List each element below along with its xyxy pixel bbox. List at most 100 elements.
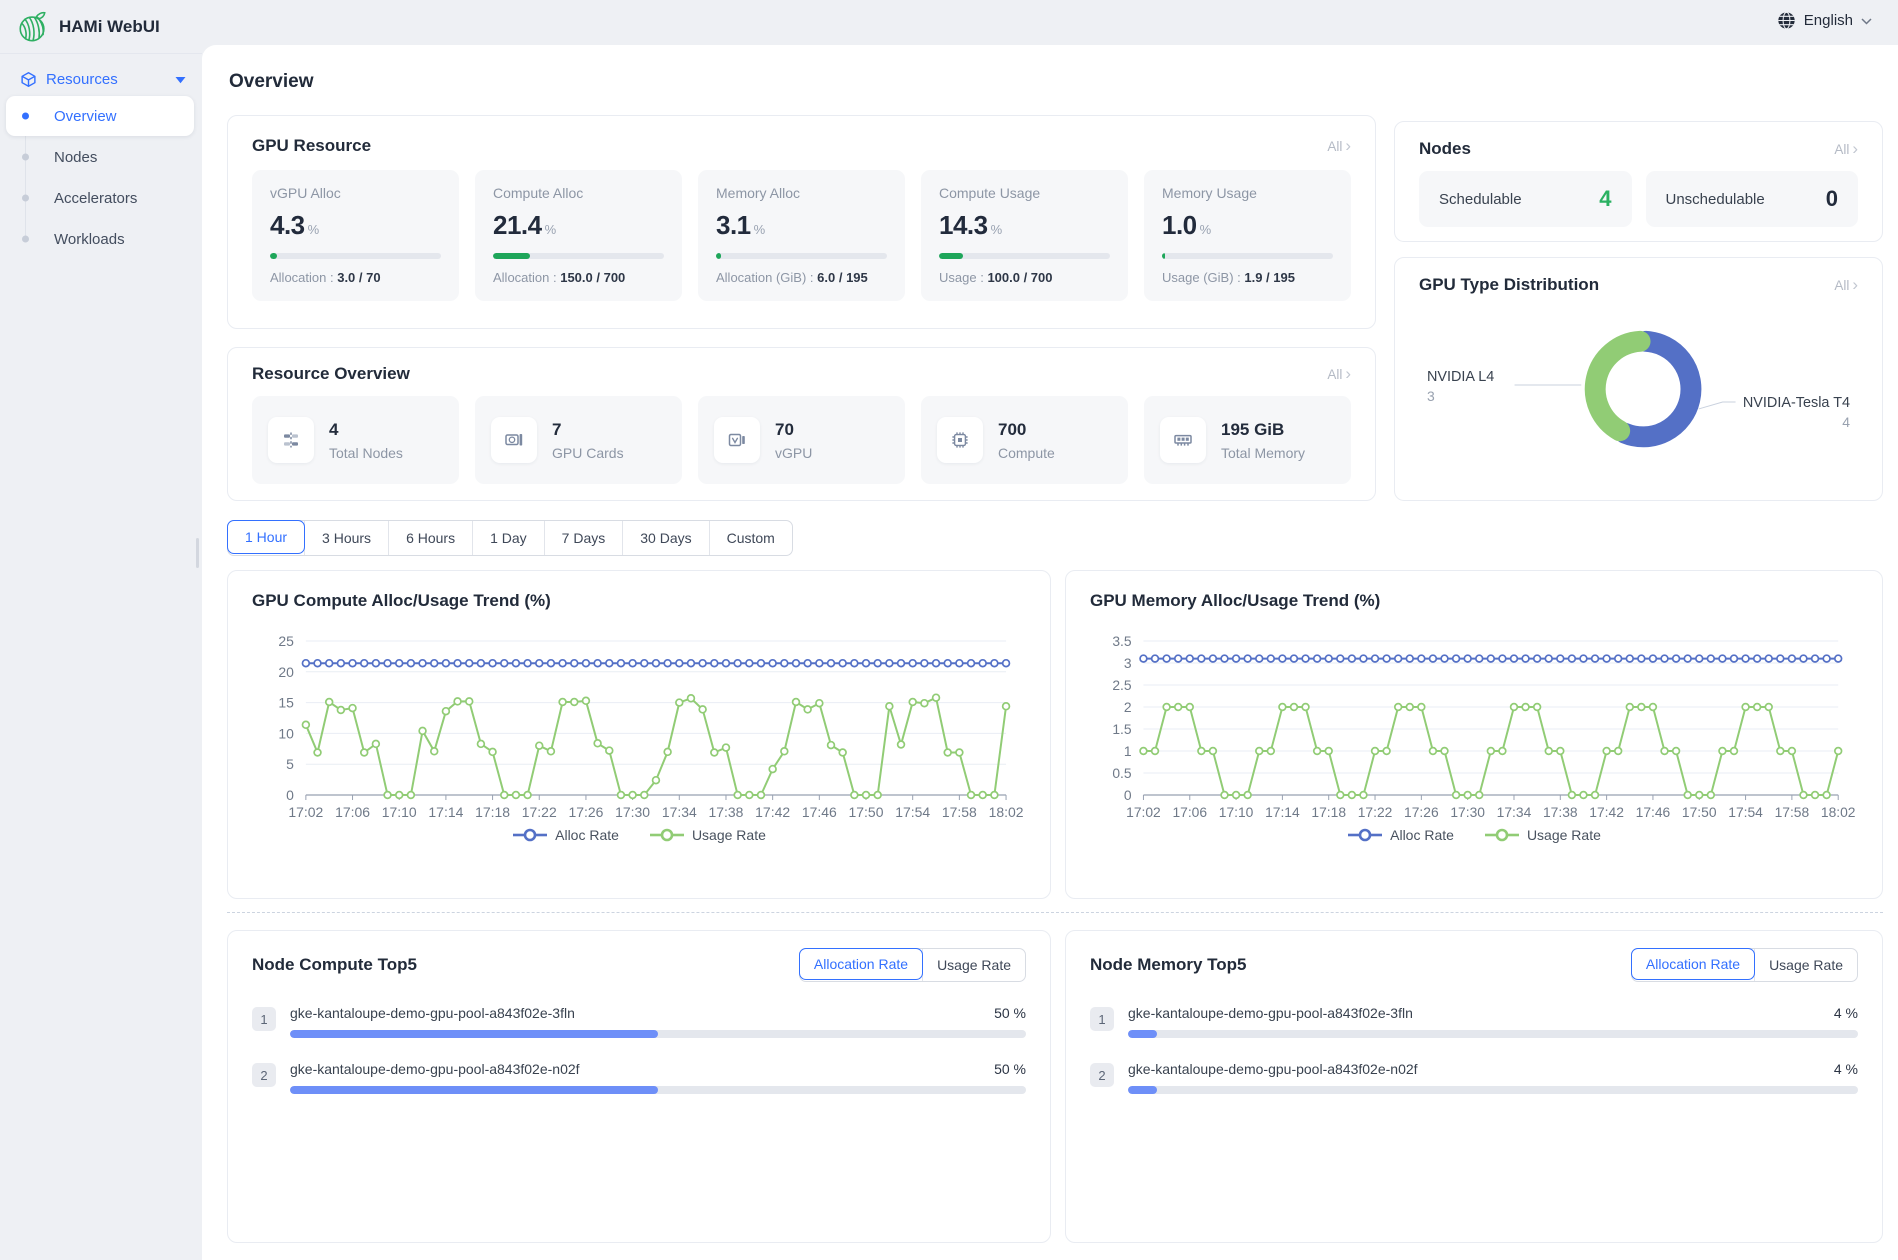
svg-text:17:26: 17:26 <box>1404 804 1439 820</box>
gpu-type-title: GPU Type Distribution <box>1419 275 1599 295</box>
svg-text:10: 10 <box>278 725 294 741</box>
metric-progress-fill <box>493 253 530 259</box>
rate-toggle: Allocation RateUsage Rate <box>1631 948 1858 982</box>
top5-card-node-memory-top5: Node Memory Top5 Allocation RateUsage Ra… <box>1065 930 1883 1243</box>
svg-text:17:34: 17:34 <box>1497 804 1532 820</box>
time-range-custom[interactable]: Custom <box>709 521 792 555</box>
svg-text:15: 15 <box>278 695 294 711</box>
toggle-allocation-rate[interactable]: Allocation Rate <box>799 948 923 980</box>
sidebar-section-resources[interactable]: Resources <box>20 71 186 88</box>
top5-row-item: 1 gke-kantaloupe-demo-gpu-pool-a843f02e-… <box>1090 1005 1858 1038</box>
svg-text:1: 1 <box>1124 743 1132 759</box>
svg-text:17:42: 17:42 <box>1589 804 1624 820</box>
top5-progress-fill <box>1128 1030 1157 1038</box>
svg-text:17:46: 17:46 <box>1636 804 1671 820</box>
gpu-resource-all-link[interactable]: All › <box>1327 139 1351 154</box>
time-range-3-hours[interactable]: 3 Hours <box>304 521 388 555</box>
svg-text:1.5: 1.5 <box>1112 721 1131 737</box>
gpu-metric-tile-memory-alloc: Memory Alloc 3.1% Allocation (GiB) : 6.0… <box>698 170 905 301</box>
svg-text:17:14: 17:14 <box>428 804 463 820</box>
brand: HAMi WebUI <box>0 0 202 54</box>
svg-text:25: 25 <box>278 633 294 649</box>
svg-text:17:14: 17:14 <box>1265 804 1300 820</box>
chevron-right-icon: › <box>1345 137 1351 154</box>
svg-text:17:30: 17:30 <box>615 804 650 820</box>
top5-progress-bar <box>1128 1030 1858 1038</box>
sidebar-item-workloads[interactable]: Workloads <box>6 219 194 259</box>
legend-usage-rate[interactable]: Usage Rate <box>1484 827 1601 843</box>
gpu-type-donut-chart: NVIDIA L43NVIDIA-Tesla T44 <box>1419 297 1858 493</box>
memory-trend-legend: Alloc Rate Usage Rate <box>1090 827 1858 843</box>
top5-progress-bar <box>290 1030 1026 1038</box>
legend-usage-rate[interactable]: Usage Rate <box>649 827 766 843</box>
sidebar-resize-handle[interactable] <box>196 538 199 568</box>
donut-slice-nvidia-tesla-t4[interactable] <box>1625 341 1691 436</box>
svg-text:0.5: 0.5 <box>1112 765 1131 781</box>
node-status-value: 0 <box>1826 186 1838 212</box>
resource-overview-card: Resource Overview All › 4Total Nodes 7GP… <box>227 347 1376 501</box>
unschedulable-tile: Unschedulable 0 <box>1646 171 1859 227</box>
rank-badge: 2 <box>252 1063 276 1087</box>
legend-alloc-rate[interactable]: Alloc Rate <box>512 827 619 843</box>
svg-text:17:58: 17:58 <box>942 804 977 820</box>
memory-trend-chart: 00.511.522.533.517:0217:0617:1017:1417:1… <box>1090 627 1858 823</box>
node-status-value: 4 <box>1599 186 1611 212</box>
resource-overview-tiles: 4Total Nodes 7GPU Cards 70vGPU 700Comput… <box>252 396 1351 484</box>
svg-text:17:58: 17:58 <box>1775 804 1810 820</box>
time-range-1-hour[interactable]: 1 Hour <box>227 520 305 554</box>
legend-marker-icon <box>512 828 548 842</box>
compute-icon <box>937 417 983 463</box>
donut-slice-nvidia-l4[interactable] <box>1595 341 1640 430</box>
gpu-metric-tile-compute-usage: Compute Usage 14.3% Usage : 100.0 / 700 <box>921 170 1128 301</box>
toggle-usage-rate[interactable]: Usage Rate <box>1754 949 1857 981</box>
metric-progress-bar <box>716 253 887 259</box>
top5-progress-fill <box>1128 1086 1157 1094</box>
compute-trend-chart: 051015202517:0217:0617:1017:1417:1817:22… <box>252 627 1026 823</box>
svg-text:17:02: 17:02 <box>288 804 323 820</box>
metric-progress-bar <box>939 253 1110 259</box>
metric-progress-fill <box>270 253 277 259</box>
legend-alloc-rate[interactable]: Alloc Rate <box>1347 827 1454 843</box>
resource-tile-total-nodes: 4Total Nodes <box>252 396 459 484</box>
gpu-metric-tile-compute-alloc: Compute Alloc 21.4% Allocation : 150.0 /… <box>475 170 682 301</box>
main-panel: Overview GPU Resource All › vGPU Alloc 4… <box>202 45 1898 1260</box>
sidebar-section-label: Resources <box>46 71 118 88</box>
time-range-7-days[interactable]: 7 Days <box>544 521 623 555</box>
nodes-all-link[interactable]: All › <box>1834 142 1858 157</box>
metric-progress-bar <box>270 253 441 259</box>
donut-leader-line <box>1699 402 1736 409</box>
chevron-right-icon: › <box>1852 276 1858 293</box>
gpu-metric-tile-memory-usage: Memory Usage 1.0% Usage (GiB) : 1.9 / 19… <box>1144 170 1351 301</box>
sidebar-item-nodes[interactable]: Nodes <box>6 137 194 177</box>
svg-text:17:18: 17:18 <box>475 804 510 820</box>
svg-text:2.5: 2.5 <box>1112 677 1131 693</box>
gpu-type-all-link[interactable]: All › <box>1834 278 1858 293</box>
resource-tile-compute: 700Compute <box>921 396 1128 484</box>
sidebar-item-overview[interactable]: Overview <box>6 96 194 136</box>
svg-text:17:06: 17:06 <box>1172 804 1207 820</box>
svg-text:17:22: 17:22 <box>522 804 557 820</box>
gpu-metric-tile-vgpu-alloc: vGPU Alloc 4.3% Allocation : 3.0 / 70 <box>252 170 459 301</box>
svg-text:17:10: 17:10 <box>1219 804 1254 820</box>
language-label: English <box>1804 12 1853 29</box>
svg-text:2: 2 <box>1124 699 1132 715</box>
top5-row-item: 2 gke-kantaloupe-demo-gpu-pool-a843f02e-… <box>252 1061 1026 1094</box>
resources-cube-icon <box>20 71 37 88</box>
svg-text:17:50: 17:50 <box>849 804 884 820</box>
legend-marker-icon <box>649 828 685 842</box>
time-range-1-day[interactable]: 1 Day <box>472 521 544 555</box>
top5-progress-bar <box>1128 1086 1858 1094</box>
trend-charts-row: GPU Compute Alloc/Usage Trend (%) 051015… <box>227 570 1883 899</box>
sidebar-item-accelerators[interactable]: Accelerators <box>6 178 194 218</box>
time-range-6-hours[interactable]: 6 Hours <box>388 521 472 555</box>
language-selector[interactable]: English <box>1777 11 1872 30</box>
globe-icon <box>1777 11 1796 30</box>
gpu-type-card: GPU Type Distribution All › NVIDIA L43NV… <box>1394 257 1883 501</box>
svg-text:17:18: 17:18 <box>1311 804 1346 820</box>
svg-text:0: 0 <box>1124 787 1132 803</box>
toggle-usage-rate[interactable]: Usage Rate <box>922 949 1025 981</box>
resource-overview-all-link[interactable]: All › <box>1327 367 1351 382</box>
time-range-30-days[interactable]: 30 Days <box>622 521 708 555</box>
rank-badge: 1 <box>252 1007 276 1031</box>
toggle-allocation-rate[interactable]: Allocation Rate <box>1631 948 1755 980</box>
